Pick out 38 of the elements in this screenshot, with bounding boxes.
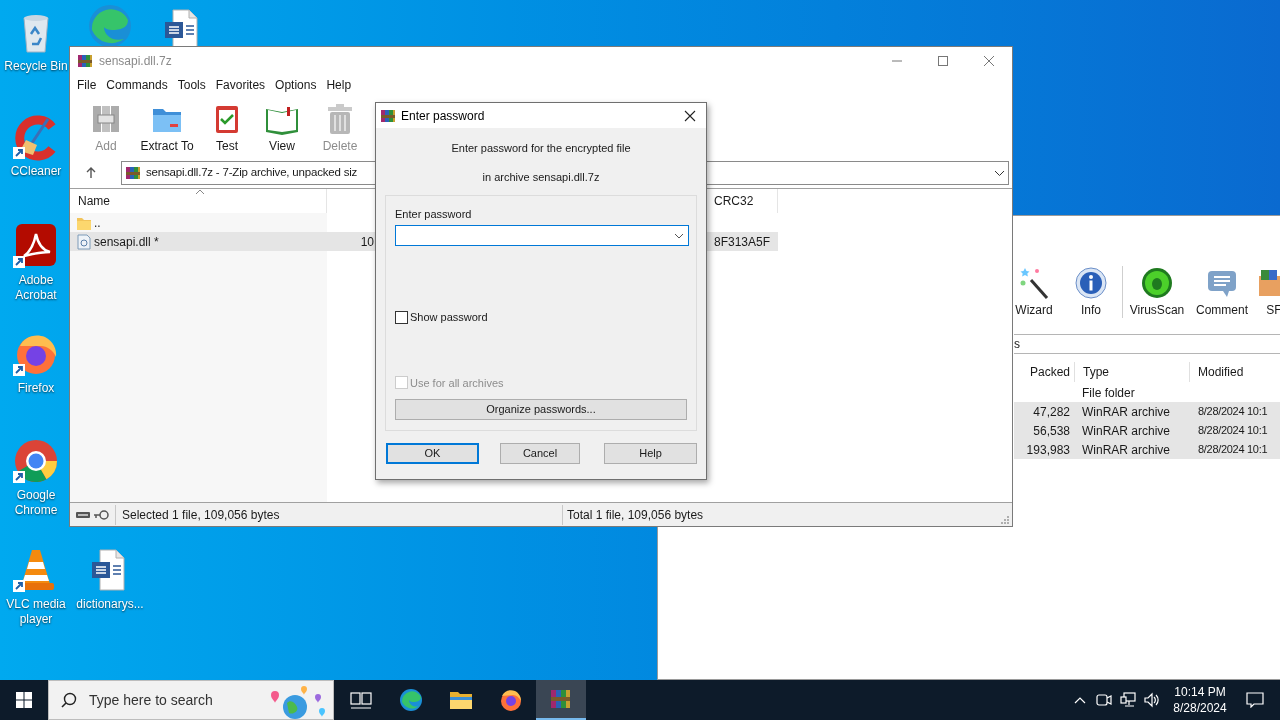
toolbar-label: View — [269, 139, 295, 154]
status-text: Total 1 file, 109,056 bytes — [567, 506, 704, 524]
status-text: Selected 1 file, 109,056 bytes — [122, 506, 281, 524]
toolbar-label: Comment — [1196, 303, 1248, 318]
message-text: in archive sensapi.dll.7z — [482, 170, 600, 185]
dialog-title: Enter password — [401, 107, 485, 125]
table-cell-text: WinRAR archive — [1082, 441, 1172, 459]
search-placeholder: Type here to search — [89, 690, 213, 710]
clock-time: 10:14 PM — [1174, 684, 1226, 700]
file-name: .. — [94, 214, 101, 232]
address-text: sensapi.dll.7z - 7-Zip archive, unpacked siz — [146, 165, 358, 181]
toolbar-label: Info — [1081, 303, 1101, 318]
toolbar-label: Test — [216, 139, 238, 154]
table-cell-text: WinRAR archive — [1082, 403, 1172, 421]
file-name: sensapi.dll * — [94, 233, 159, 251]
column-header-label: Name — [78, 193, 110, 210]
toolbar-label: Wizard — [1015, 303, 1053, 318]
table-cell-text: 8/28/2024 10:1 — [1198, 442, 1268, 458]
table-cell-text: 10 — [359, 233, 374, 251]
table-cell-text: 56,538 — [1032, 422, 1070, 440]
toolbar-label: Add — [95, 139, 117, 154]
clock-date: 8/28/2024 — [1173, 700, 1227, 716]
toolbar-label: Extract To — [140, 139, 194, 154]
table-cell-text: File folder — [1082, 384, 1136, 402]
table-cell-text: WinRAR archive — [1082, 422, 1172, 440]
field-label: Enter password — [395, 207, 473, 221]
table-cell-text: 8/28/2024 10:1 — [1198, 423, 1268, 439]
table-cell-text: 193,983 — [1025, 441, 1070, 459]
toolbar-label: VirusScan — [1129, 303, 1185, 318]
checkbox-label: Show password — [410, 310, 488, 325]
checkbox-label: Use for all archives — [410, 375, 504, 391]
address-text: s — [1014, 336, 1020, 353]
table-cell-text: 8/28/2024 10:1 — [1198, 404, 1268, 420]
message-text: Enter password for the encrypted file — [451, 141, 631, 156]
table-cell-text: 47,282 — [1032, 403, 1070, 421]
window-title: sensapi.dll.7z — [99, 52, 172, 70]
toolbar-label: Delete — [322, 139, 358, 154]
table-cell-text: 8F313A5F — [713, 233, 772, 251]
